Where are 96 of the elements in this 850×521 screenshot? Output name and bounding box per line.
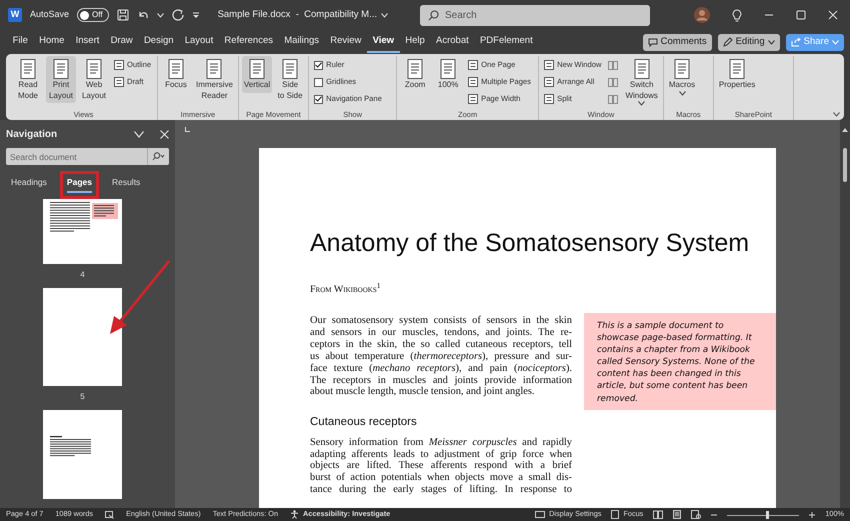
lines-icon: [114, 60, 124, 70]
search-field[interactable]: Search: [445, 6, 635, 24]
byline: From Wikibooks$^{1}$: [310, 282, 382, 297]
page-icon: [611, 510, 620, 519]
checkbox[interactable]: [314, 94, 324, 104]
ribbon-button[interactable]: Immersive Reader: [194, 56, 235, 103]
maximize-icon[interactable]: [796, 10, 806, 20]
menu-tab[interactable]: Home: [34, 30, 70, 54]
menu-tab[interactable]: Acrobat: [430, 30, 474, 54]
page-thumbnail[interactable]: [43, 410, 122, 499]
print-layout-icon[interactable]: [673, 510, 682, 519]
menu-tab[interactable]: Help: [400, 30, 430, 54]
window-button[interactable]: [606, 75, 620, 89]
lines-icon: [468, 94, 478, 104]
zoom-slider[interactable]: [727, 510, 800, 518]
zoom-out-icon[interactable]: [711, 512, 718, 518]
pane-tab[interactable]: Headings: [6, 173, 52, 197]
checkbox[interactable]: [314, 60, 324, 70]
ribbon-button[interactable]: Vertical: [242, 56, 272, 92]
lines-icon: [468, 77, 478, 87]
save-icon[interactable]: [116, 9, 129, 21]
share-icon: [790, 37, 801, 47]
close-icon[interactable]: [828, 10, 838, 20]
ribbon-button[interactable]: Web Layout: [79, 56, 109, 103]
ribbon-button[interactable]: Switch Windows: [623, 56, 660, 108]
app-logo[interactable]: W: [8, 8, 22, 22]
menu-tab[interactable]: PDFelement: [474, 30, 538, 54]
accessibility-icon: [290, 510, 299, 519]
menu-tab[interactable]: References: [218, 30, 279, 54]
customize-icon[interactable]: [192, 12, 200, 18]
panes-icon: [608, 78, 618, 86]
lightbulb-icon[interactable]: [732, 8, 742, 22]
read-mode-icon[interactable]: [653, 510, 664, 519]
pane-title: Navigation: [6, 128, 58, 142]
collapse-ribbon-icon[interactable]: [833, 112, 840, 117]
ribbon-button[interactable]: Print Layout: [46, 56, 76, 103]
caret-icon: [832, 40, 839, 44]
panes-icon: [608, 60, 618, 70]
ribbon-button[interactable]: Zoom: [400, 56, 430, 92]
comments-button[interactable]: Comments: [642, 34, 712, 50]
lines-icon: [544, 77, 554, 87]
proofing-icon[interactable]: [105, 510, 114, 518]
autosave-toggle[interactable]: Off: [77, 8, 109, 22]
scroll-up-icon[interactable]: [842, 128, 848, 132]
web-layout-icon[interactable]: [691, 510, 702, 519]
lines-icon: [114, 77, 124, 87]
page-number: 4: [79, 269, 86, 281]
redo-icon[interactable]: [172, 9, 184, 21]
ruler-corner-icon[interactable]: [185, 127, 190, 132]
lines-icon: [544, 60, 554, 70]
comment-icon: [648, 38, 658, 46]
autosave-label: AutoSave: [30, 8, 70, 22]
menu-tab[interactable]: Insert: [70, 30, 105, 54]
pane-tab[interactable]: Results: [106, 173, 146, 197]
search-icon[interactable]: [152, 152, 165, 161]
menu-tab[interactable]: Design: [138, 30, 180, 54]
note-box: This is a sample document to showcase page-based formatting. It contains a chapter from a Wikibook called Sensory Systems. None of the content has been changed in this article, but some content has been removed.: [584, 313, 776, 410]
dropdown-icon[interactable]: [156, 12, 164, 18]
panes-icon: [608, 94, 618, 104]
menu-tab[interactable]: Draw: [104, 30, 138, 54]
page-thumbnail[interactable]: [43, 288, 122, 386]
document-title[interactable]: Sample File.docx - Compatibility M...: [218, 8, 377, 22]
paragraph: Our somatosensory system consists of sensors in the skin and sensors in our muscles, tendons, and joints. The re- ceptors in the skin, the so called cutaneous receptors, tell us about temperature (thermoreceptors), pressure and sur- face texture (mechano receptors), and pain (nociceptors). The receptors in muscles and joints provide information about muscle length, muscle tension, and joint angles.: [310, 315, 572, 398]
section-heading: Cutaneous receptors: [310, 415, 418, 430]
chevron-icon[interactable]: [381, 12, 388, 18]
page-number: 5: [79, 391, 86, 403]
caret-icon: [768, 40, 775, 44]
ribbon-button[interactable]: Read Mode: [13, 56, 43, 103]
chevron-icon[interactable]: [134, 130, 144, 138]
window-button[interactable]: [606, 92, 620, 106]
menu-tab[interactable]: File: [7, 30, 34, 54]
paragraph: Sensory information from Meissner corpuscles and rapidly adapting afferents leads to adjustment of grip force when objects are lifted. These afferents respond with a brief burst of action potentials when objects move a small dis- tance during the early stages of lifting. In response to: [310, 436, 572, 496]
search-box[interactable]: Search: [420, 4, 650, 26]
undo-icon[interactable]: [136, 9, 149, 21]
ribbon-button[interactable]: Properties: [716, 56, 758, 92]
menu-tab[interactable]: Layout: [179, 30, 219, 54]
avatar[interactable]: [694, 7, 710, 23]
pencil-icon: [722, 37, 733, 47]
menu-tab[interactable]: Mailings: [278, 30, 325, 54]
lines-icon: [468, 60, 478, 70]
ribbon-button[interactable]: Focus: [161, 56, 191, 92]
document-title-heading: Anatomy of the Somatosensory System: [310, 228, 750, 258]
scrollbar[interactable]: [840, 120, 850, 508]
menu-tab[interactable]: Review: [324, 30, 367, 54]
lines-icon: [544, 94, 554, 104]
window-button[interactable]: [606, 58, 620, 72]
ribbon-button[interactable]: Macros: [666, 56, 698, 98]
close-icon[interactable]: [160, 130, 169, 138]
ribbon-button[interactable]: 100%: [433, 56, 464, 92]
pane-tab[interactable]: Pages: [62, 173, 97, 197]
zoom-in-icon[interactable]: [809, 512, 816, 518]
checkbox[interactable]: [314, 78, 324, 86]
editing-button[interactable]: Editing: [718, 34, 780, 50]
search-icon: [428, 10, 439, 20]
ribbon-button[interactable]: Side to Side: [275, 56, 306, 103]
monitor-icon: [535, 510, 546, 518]
